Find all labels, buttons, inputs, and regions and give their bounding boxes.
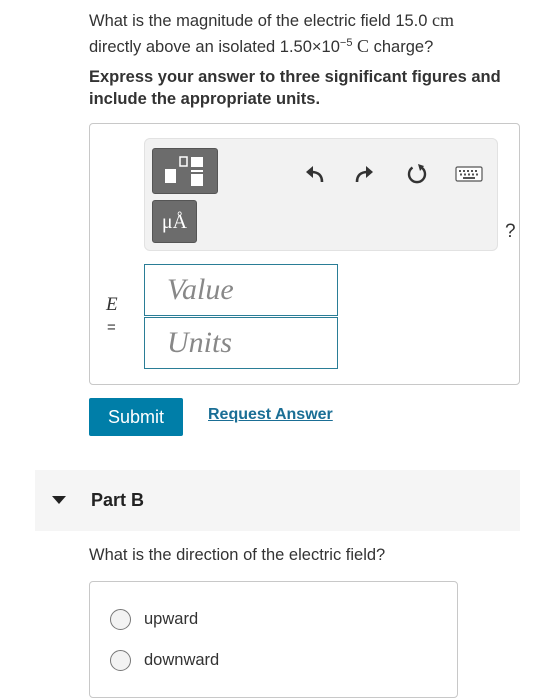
keyboard-button[interactable]: [453, 163, 485, 185]
radio-button[interactable]: [110, 650, 131, 671]
part-b-question: What is the direction of the electric fi…: [89, 546, 386, 564]
question-line-2: directly above an isolated 1.50×10−5 C c…: [89, 34, 509, 60]
templates-icon: [165, 156, 203, 186]
question-text: directly above an isolated 1.50×10: [89, 38, 340, 56]
caret-down-icon[interactable]: [52, 496, 66, 504]
equals-sign: =: [107, 319, 116, 336]
option-upward[interactable]: upward: [110, 609, 198, 630]
answer-instruction: Express your answer to three significant…: [89, 68, 501, 108]
question-line-1: What is the magnitude of the electric fi…: [89, 8, 509, 34]
part-a-question: What is the magnitude of the electric fi…: [89, 8, 509, 60]
redo-icon: [355, 166, 373, 183]
undo-icon: [306, 166, 324, 183]
option-downward[interactable]: downward: [110, 650, 219, 671]
question-text: charge?: [369, 38, 434, 56]
answer-box: μÅ ? E = Value Units: [89, 123, 520, 385]
reset-button[interactable]: [403, 160, 431, 188]
variable-label: E: [106, 294, 118, 315]
reset-icon: [407, 164, 427, 184]
templates-button[interactable]: [152, 148, 218, 194]
redo-button[interactable]: [351, 161, 377, 187]
charge-unit: C: [357, 36, 370, 56]
keyboard-icon: [455, 166, 483, 182]
help-button[interactable]: ?: [505, 221, 516, 243]
undo-button[interactable]: [302, 161, 328, 187]
value-input[interactable]: Value: [144, 264, 338, 316]
submit-button[interactable]: Submit: [89, 398, 183, 436]
radio-button[interactable]: [110, 609, 131, 630]
option-label: downward: [144, 651, 220, 669]
direction-options: upward downward: [89, 581, 458, 698]
math-toolbar: μÅ ?: [144, 138, 516, 251]
exponent: −5: [339, 37, 353, 49]
units-input[interactable]: Units: [144, 317, 338, 369]
part-b-title: Part B: [91, 490, 145, 510]
distance-unit: cm: [432, 10, 455, 30]
units-button[interactable]: μÅ: [152, 200, 197, 243]
part-b-header[interactable]: Part B: [35, 470, 520, 531]
question-text: What is the magnitude of the electric fi…: [89, 12, 433, 30]
request-answer-link[interactable]: Request Answer: [208, 406, 333, 424]
option-label: upward: [144, 610, 199, 628]
